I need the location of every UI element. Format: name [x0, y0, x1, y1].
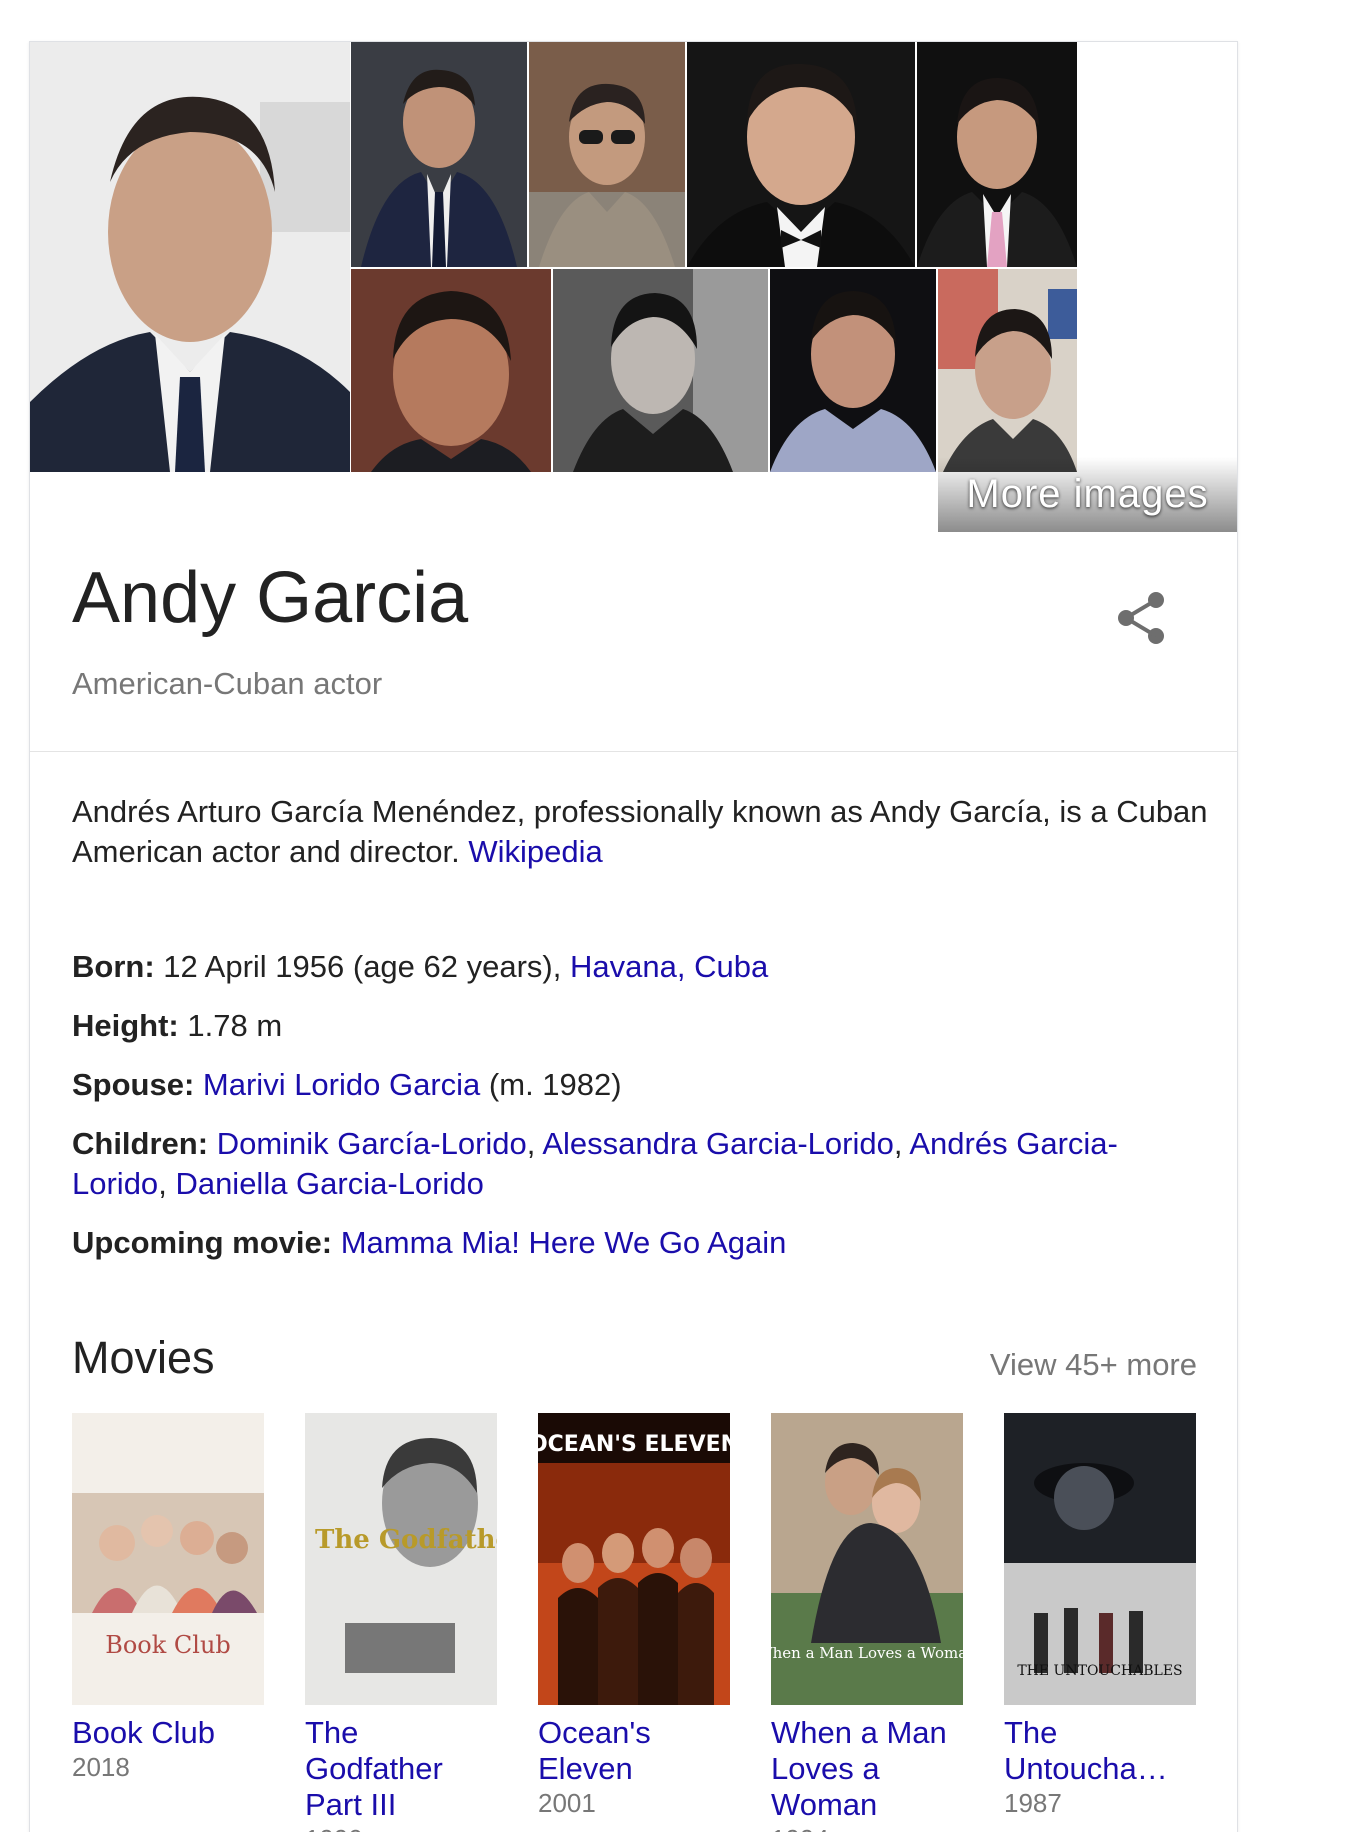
share-icon [1118, 592, 1164, 644]
birthplace-link[interactable]: Havana, Cuba [570, 949, 768, 984]
movie-year: 1990 [305, 1823, 497, 1832]
thumb-photo-7[interactable] [770, 269, 936, 472]
movie-card[interactable]: When a Man Loves a Woman When a Man Love… [771, 1413, 963, 1832]
fact-born-value: 12 April 1956 (age 62 years), [163, 949, 562, 984]
share-button[interactable] [1110, 586, 1174, 650]
movie-poster[interactable]: OCEAN'S ELEVEN [538, 1413, 730, 1705]
entity-subtitle: American-Cuban actor [72, 666, 383, 701]
movie-title[interactable]: The Untoucha… [1004, 1715, 1196, 1787]
fact-born-label: Born: [72, 949, 155, 984]
wikipedia-link[interactable]: Wikipedia [468, 834, 602, 869]
thumb-photo-1[interactable] [351, 42, 527, 267]
fact-upcoming-movie-label: Upcoming movie: [72, 1225, 333, 1260]
fact-spouse-suffix: (m. 1982) [488, 1067, 622, 1102]
poster-title: The Godfather PART III [315, 1525, 497, 1555]
child-link[interactable]: Daniella Garcia-Lorido [175, 1166, 483, 1201]
child-separator: , [893, 1126, 903, 1161]
movie-poster[interactable]: When a Man Loves a Woman [771, 1413, 963, 1705]
poster-title: THE UNTOUCHABLES [1017, 1663, 1182, 1679]
movies-heading: Movies [72, 1332, 215, 1383]
fact-height-value: 1.78 m [187, 1008, 283, 1043]
movie-year: 1994 [771, 1823, 963, 1832]
movie-card[interactable]: OCEAN'S ELEVEN Ocean's Eleven 2001 [538, 1413, 730, 1819]
thumb-photo-8[interactable] [938, 269, 1077, 472]
movie-year: 1987 [1004, 1788, 1062, 1818]
view-more-movies-link[interactable]: View 45+ more [990, 1347, 1197, 1383]
movie-poster[interactable]: The Godfather PART III [305, 1413, 497, 1705]
movie-year: 2001 [538, 1788, 596, 1818]
fact-height-label: Height: [72, 1008, 179, 1043]
facts-list: Born: 12 April 1956 (age 62 years), Hava… [72, 947, 1212, 1282]
image-mosaic: More images [30, 42, 1237, 532]
entity-title: Andy Garcia [72, 558, 469, 638]
spouse-link[interactable]: Marivi Lorido Garcia [203, 1067, 480, 1102]
thumb-photo-2[interactable] [529, 42, 685, 267]
movie-poster[interactable]: Book Club [72, 1413, 264, 1705]
fact-spouse-label: Spouse: [72, 1067, 195, 1102]
movie-card[interactable]: THE UNTOUCHABLES The Untoucha… 1987 [1004, 1413, 1196, 1819]
poster-title: OCEAN'S ELEVEN [538, 1432, 730, 1457]
thumb-photo-3[interactable] [687, 42, 915, 267]
fact-children-label: Children: [72, 1126, 209, 1161]
movie-card[interactable]: Book Club Book Club 2018 [72, 1413, 264, 1783]
poster-title: Book Club [105, 1631, 231, 1659]
child-link[interactable]: Dominik García-Lorido [217, 1126, 527, 1161]
movie-title[interactable]: When a Man Loves a Woman [771, 1715, 963, 1823]
fact-height: Height: 1.78 m [72, 1006, 1212, 1046]
thumb-photo-4[interactable] [917, 42, 1077, 267]
fact-born: Born: 12 April 1956 (age 62 years), Hava… [72, 947, 1212, 987]
movie-title[interactable]: Book Club [72, 1715, 264, 1751]
thumb-photo-6[interactable] [553, 269, 768, 472]
upcoming-movie-link[interactable]: Mamma Mia! Here We Go Again [341, 1225, 787, 1260]
description-text: Andrés Arturo García Menéndez, professio… [72, 794, 1208, 869]
fact-children: Children: Dominik García-Lorido, Alessan… [72, 1124, 1212, 1204]
movie-card[interactable]: The Godfather PART III The Godfather Par… [305, 1413, 497, 1832]
child-separator: , [158, 1166, 167, 1201]
fact-spouse: Spouse: Marivi Lorido Garcia (m. 1982) [72, 1065, 1212, 1105]
knowledge-panel: More images Andy Garcia American-Cuban a… [29, 41, 1238, 1832]
title-section: Andy Garcia American-Cuban actor [30, 532, 1237, 752]
fact-upcoming-movie: Upcoming movie: Mamma Mia! Here We Go Ag… [72, 1223, 1212, 1263]
movies-carousel: Book Club Book Club 2018 The Godfather P… [72, 1413, 1232, 1832]
movie-title[interactable]: The Godfather Part III [305, 1715, 497, 1823]
description: Andrés Arturo García Menéndez, professio… [72, 792, 1212, 872]
child-separator: , [526, 1126, 536, 1161]
more-images-link[interactable]: More images [938, 457, 1237, 532]
movie-title[interactable]: Ocean's Eleven [538, 1715, 730, 1787]
movie-year: 2018 [72, 1752, 130, 1782]
thumb-photo-5[interactable] [351, 269, 551, 472]
movie-poster[interactable]: THE UNTOUCHABLES [1004, 1413, 1196, 1705]
child-link[interactable]: Alessandra Garcia-Lorido [542, 1126, 894, 1161]
poster-title: When a Man Loves a Woman [771, 1644, 963, 1662]
main-photo[interactable] [30, 42, 350, 472]
